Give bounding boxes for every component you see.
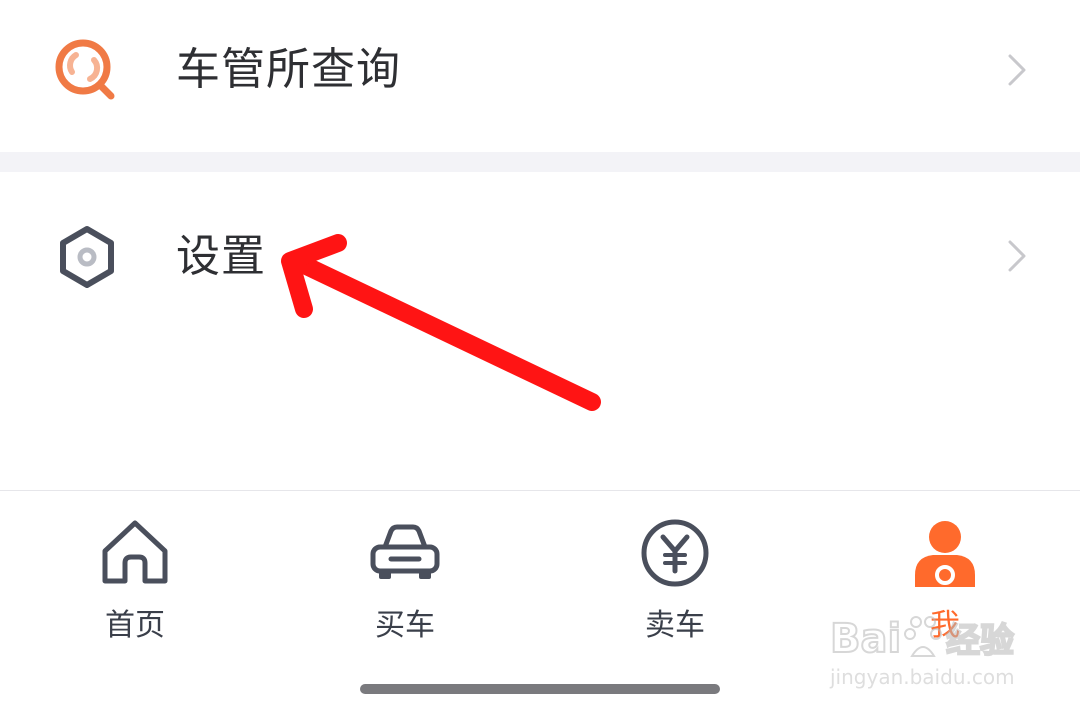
- menu-item-label: 设置: [176, 231, 266, 282]
- user-icon: [909, 517, 981, 589]
- home-icon: [99, 517, 171, 589]
- tab-home[interactable]: 首页: [0, 491, 270, 671]
- car-icon: [369, 517, 441, 589]
- menu-item-label: 车管所查询: [176, 44, 401, 95]
- search-icon: [52, 36, 120, 104]
- tab-me[interactable]: 我: [810, 491, 1080, 671]
- tab-label: 买车: [375, 608, 435, 643]
- section-divider: [0, 152, 1080, 172]
- tab-buy-car[interactable]: 买车: [270, 491, 540, 671]
- tab-label: 卖车: [645, 608, 705, 643]
- home-indicator[interactable]: [360, 684, 720, 694]
- yen-icon: [639, 517, 711, 589]
- chevron-right-icon: [1004, 238, 1032, 274]
- tab-sell-car[interactable]: 卖车: [540, 491, 810, 671]
- menu-item-settings[interactable]: 设置: [0, 172, 1080, 490]
- gear-icon: [56, 224, 118, 292]
- bottom-tab-bar: 首页 买车 卖车 我: [0, 490, 1080, 715]
- menu-item-vehicle-office-query[interactable]: 车管所查询: [0, 0, 1080, 152]
- chevron-right-icon: [1004, 52, 1032, 88]
- tab-label: 我: [930, 608, 960, 643]
- tab-label: 首页: [105, 608, 165, 643]
